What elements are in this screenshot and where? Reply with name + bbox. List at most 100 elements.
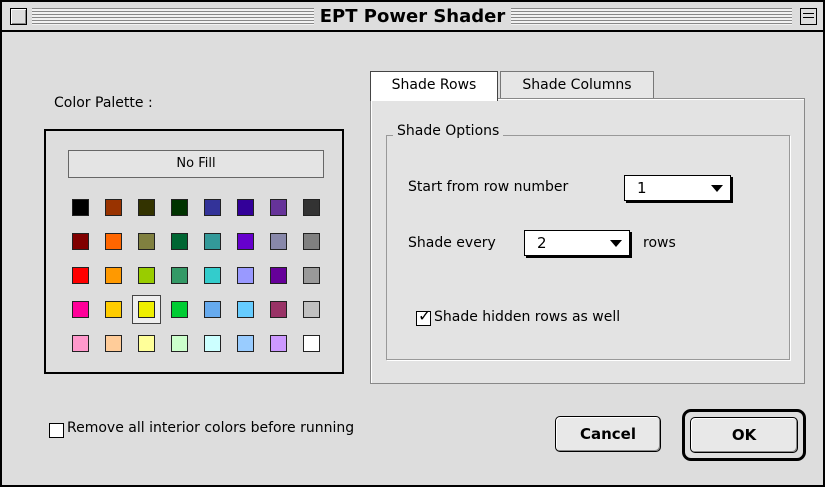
color-swatch[interactable]: [97, 231, 130, 252]
swatch-fill: [204, 199, 221, 216]
color-swatch[interactable]: [295, 333, 328, 354]
color-swatch[interactable]: [64, 265, 97, 286]
swatch-fill: [138, 335, 155, 352]
swatch-fill: [105, 199, 122, 216]
color-swatch[interactable]: [262, 333, 295, 354]
swatch-fill: [270, 267, 287, 284]
swatch-fill: [105, 267, 122, 284]
shade-hidden-checkbox[interactable]: ✓: [416, 306, 432, 326]
swatch-grid: [64, 197, 330, 367]
color-swatch[interactable]: [163, 333, 196, 354]
color-swatch[interactable]: [196, 333, 229, 354]
collapse-box-icon[interactable]: [800, 8, 817, 25]
swatch-fill: [105, 301, 122, 318]
color-swatch[interactable]: [229, 299, 262, 320]
color-swatch[interactable]: [262, 197, 295, 218]
swatch-fill: [237, 301, 254, 318]
swatch-fill: [270, 199, 287, 216]
shade-every-select[interactable]: 2: [524, 230, 630, 256]
swatch-fill: [270, 301, 287, 318]
swatch-fill: [303, 335, 320, 352]
swatch-fill: [204, 335, 221, 352]
color-swatch[interactable]: [229, 265, 262, 286]
swatch-fill: [171, 233, 188, 250]
start-row-select[interactable]: 1: [624, 175, 731, 201]
color-swatch[interactable]: [97, 197, 130, 218]
color-swatch[interactable]: [196, 197, 229, 218]
color-swatch[interactable]: [229, 197, 262, 218]
color-swatch[interactable]: [64, 197, 97, 218]
color-swatch[interactable]: [97, 299, 130, 320]
swatch-fill: [138, 267, 155, 284]
color-swatch[interactable]: [97, 265, 130, 286]
color-swatch[interactable]: [295, 197, 328, 218]
color-swatch[interactable]: [64, 299, 97, 320]
dropdown-arrow-icon: [610, 240, 622, 247]
color-swatch[interactable]: [130, 265, 163, 286]
color-swatch[interactable]: [295, 231, 328, 252]
swatch-fill: [270, 335, 287, 352]
color-swatch[interactable]: [163, 299, 196, 320]
swatch-fill: [303, 199, 320, 216]
swatch-fill: [204, 301, 221, 318]
color-swatch[interactable]: [97, 333, 130, 354]
swatch-fill: [171, 301, 188, 318]
cancel-button[interactable]: Cancel: [555, 416, 661, 452]
swatch-row: [64, 265, 330, 286]
rows-suffix-label: rows: [643, 235, 676, 251]
dropdown-arrow-icon: [711, 185, 723, 192]
color-swatch[interactable]: [262, 299, 295, 320]
swatch-row: [64, 197, 330, 218]
swatch-row: [64, 231, 330, 252]
color-palette-label: Color Palette :: [54, 95, 153, 111]
swatch-fill: [72, 199, 89, 216]
shade-options-title: Shade Options: [393, 123, 504, 139]
no-fill-button[interactable]: No Fill: [68, 150, 324, 178]
remove-colors-checkbox[interactable]: [49, 423, 64, 438]
color-swatch[interactable]: [163, 197, 196, 218]
color-swatch[interactable]: [130, 197, 163, 218]
title-bar[interactable]: EPT Power Shader: [2, 2, 823, 32]
color-swatch[interactable]: [64, 333, 97, 354]
tab-shade-rows[interactable]: Shade Rows: [370, 71, 498, 101]
color-swatch[interactable]: [262, 265, 295, 286]
color-swatch-selected[interactable]: [132, 295, 161, 324]
swatch-fill: [204, 267, 221, 284]
swatch-fill: [72, 335, 89, 352]
checkmark-icon: ✓: [418, 306, 432, 325]
swatch-fill: [105, 233, 122, 250]
swatch-fill: [204, 233, 221, 250]
color-swatch[interactable]: [130, 231, 163, 252]
start-row-label: Start from row number: [408, 179, 569, 195]
color-swatch[interactable]: [229, 231, 262, 252]
color-swatch[interactable]: [196, 265, 229, 286]
swatch-fill: [72, 301, 89, 318]
swatch-fill: [171, 267, 188, 284]
color-swatch[interactable]: [262, 231, 295, 252]
color-swatch[interactable]: [130, 333, 163, 354]
title-bar-stripes: [32, 8, 792, 25]
color-swatch[interactable]: [196, 231, 229, 252]
color-swatch[interactable]: [64, 231, 97, 252]
tab-shade-columns[interactable]: Shade Columns: [500, 71, 654, 99]
swatch-row: [64, 333, 330, 354]
ok-button-default-ring: OK: [682, 409, 806, 461]
color-swatch[interactable]: [229, 333, 262, 354]
ok-button[interactable]: OK: [690, 417, 798, 453]
swatch-fill: [270, 233, 287, 250]
shade-every-value: 2: [537, 234, 547, 252]
color-swatch[interactable]: [163, 265, 196, 286]
swatch-fill: [237, 267, 254, 284]
start-row-value: 1: [637, 179, 647, 197]
color-swatch[interactable]: [196, 299, 229, 320]
color-swatch[interactable]: [295, 265, 328, 286]
swatch-fill: [138, 233, 155, 250]
swatch-fill: [237, 199, 254, 216]
shade-every-label: Shade every: [408, 235, 496, 251]
swatch-fill: [303, 267, 320, 284]
color-swatch[interactable]: [163, 231, 196, 252]
close-box-icon[interactable]: [10, 8, 27, 25]
swatch-fill: [171, 199, 188, 216]
swatch-fill: [237, 335, 254, 352]
color-swatch[interactable]: [295, 299, 328, 320]
